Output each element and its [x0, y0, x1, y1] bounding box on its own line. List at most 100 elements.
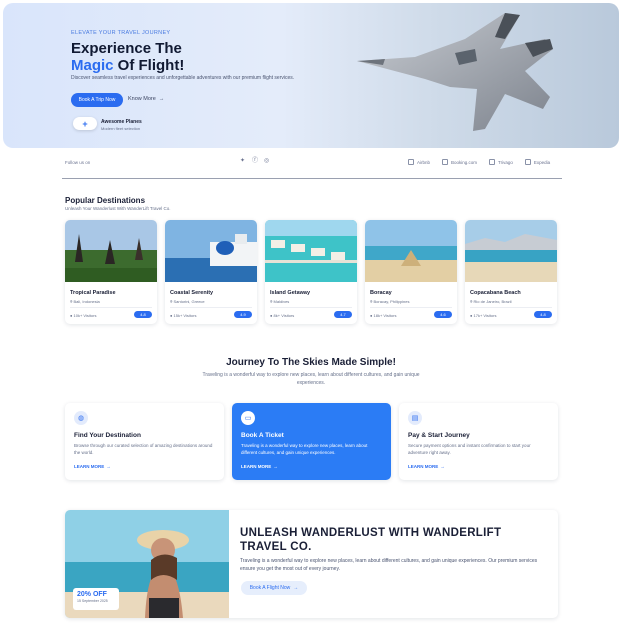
planes-title: Awesome Planes — [101, 119, 142, 125]
popular-subtitle: Unleash Your Wanderlust With WanderLift … — [65, 206, 171, 211]
destination-name: Island Getaway — [270, 290, 311, 296]
visitors-text: 8k+ Visitors — [273, 313, 295, 318]
journey-steps: ◍ Find Your Destination Browse through o… — [65, 403, 558, 480]
section-divider — [62, 178, 562, 179]
destination-card-maldives[interactable]: Island Getaway ⌾ Maldives ● 8k+ Visitors… — [265, 220, 357, 324]
step-find-destination[interactable]: ◍ Find Your Destination Browse through o… — [65, 403, 224, 480]
follow-label: Follow us on — [65, 160, 91, 165]
card-divider — [470, 307, 552, 308]
destination-card-copacabana[interactable]: Copacabana Beach ⌾ Rio de Janeiro, Brazi… — [465, 220, 557, 324]
maldives-image — [265, 220, 357, 282]
destination-name: Copacabana Beach — [470, 290, 521, 296]
cta-text: Traveling is a wonderful way to explore … — [240, 558, 538, 572]
destination-location: ⌾ Bali, Indonesia — [70, 299, 100, 304]
rating-badge: 4.9 — [234, 311, 252, 318]
location-text: Bali, Indonesia — [73, 299, 100, 304]
journey-subtitle: Traveling is a wonderful way to explore … — [202, 372, 420, 386]
card-divider — [370, 307, 452, 308]
learn-more-link[interactable]: LEARN MORE → — [408, 464, 445, 469]
step-pay-start[interactable]: ▤ Pay & Start Journey Secure payment opt… — [399, 403, 558, 480]
cta-section: 20% OFF 15 September 2025 UNLEASH WANDER… — [65, 510, 558, 618]
planes-subtitle: Modern fleet selection — [101, 126, 141, 131]
partner-trivago-label: Trivago — [498, 159, 513, 165]
payment-icon: ▤ — [408, 411, 422, 425]
partner-airbnb-label: Airbnb — [417, 159, 431, 165]
partner-expedia: Expedia — [524, 159, 551, 165]
copacabana-image — [465, 220, 557, 282]
visitors-text: 18k+ Visitors — [373, 313, 397, 318]
arrow-right-icon: → — [106, 464, 111, 469]
partner-trivago: Trivago — [489, 159, 513, 165]
destination-location: ⌾ Boracay, Philippines — [370, 299, 409, 304]
destination-name: Boracay — [370, 290, 392, 296]
step-title: Pay & Start Journey — [408, 432, 470, 439]
learn-more-label: LEARN MORE — [74, 464, 105, 469]
destination-card-santorini[interactable]: Coastal Serenity ⌾ Santorini, Greece ● 1… — [165, 220, 257, 324]
journey-title: Journey To The Skies Made Simple! — [226, 357, 396, 368]
book-trip-button[interactable]: Book A Trip Now — [71, 93, 123, 107]
learn-more-link[interactable]: LEARN MORE → — [74, 464, 111, 469]
rating-badge: 4.6 — [434, 311, 452, 318]
twitter-icon[interactable]: ✦ — [240, 158, 246, 164]
popular-title: Popular Destinations — [65, 196, 146, 205]
destination-name: Tropical Paradise — [70, 290, 116, 296]
instagram-icon[interactable]: ◎ — [264, 158, 270, 164]
hero-title: Experience The Magic Of Flight! — [71, 40, 184, 74]
location-text: Maldives — [273, 299, 290, 304]
rating-badge: 4.8 — [134, 311, 152, 318]
fighter-jet-image — [357, 13, 553, 131]
learn-more-label: LEARN MORE — [408, 464, 439, 469]
learn-more-label: LEARN MORE — [241, 464, 272, 469]
partner-expedia-label: Expedia — [533, 159, 551, 165]
promo-value: 20% OFF — [77, 591, 107, 598]
boracay-image — [365, 220, 457, 282]
visitors-text: 15k+ Visitors — [173, 313, 197, 318]
card-divider — [170, 307, 252, 308]
location-text: Santorini, Greece — [173, 299, 205, 304]
book-flight-label: Book A Flight Now — [249, 585, 291, 591]
bali-image — [65, 220, 157, 282]
step-text: Secure payment options and instant confi… — [408, 443, 531, 455]
card-divider — [70, 307, 152, 308]
arrow-right-icon: → — [440, 464, 445, 469]
step-title: Book A Ticket — [241, 432, 284, 439]
arrow-right-icon: → — [273, 464, 278, 469]
add-plane-button[interactable]: + — [73, 117, 97, 130]
expedia-icon — [524, 159, 531, 165]
hero-title-highlight: Magic — [71, 57, 114, 74]
destination-name: Coastal Serenity — [170, 290, 214, 296]
hero-banner: ELEVATE YOUR TRAVEL JOURNEY Experience T… — [3, 3, 619, 148]
destination-card-boracay[interactable]: Boracay ⌾ Boracay, Philippines ● 18k+ Vi… — [365, 220, 457, 324]
visitors-text: 10k+ Visitors — [73, 313, 97, 318]
destination-visitors: ● 10k+ Visitors — [70, 313, 96, 318]
cta-title: UNLEASH WANDERLUST WITH WANDERLIFT TRAVE… — [240, 527, 502, 553]
promo-badge: 20% OFF 15 September 2025 — [73, 588, 119, 610]
destination-cards: Tropical Paradise ⌾ Bali, Indonesia ● 10… — [65, 220, 557, 324]
santorini-image — [165, 220, 257, 282]
plus-icon: + — [82, 118, 88, 129]
destination-location: ⌾ Santorini, Greece — [170, 299, 205, 304]
know-more-label: Know More — [128, 96, 156, 102]
know-more-link[interactable]: Know More → — [128, 96, 164, 102]
page: ELEVATE YOUR TRAVEL JOURNEY Experience T… — [0, 0, 622, 628]
facebook-icon[interactable]: ⓕ — [252, 158, 258, 164]
partner-booking-label: Booking.com — [451, 159, 478, 165]
social-icons: ✦ ⓕ ◎ — [240, 158, 270, 164]
partner-booking: Booking.com — [442, 159, 477, 165]
book-flight-button[interactable]: Book A Flight Now → — [241, 581, 307, 595]
learn-more-link[interactable]: LEARN MORE → — [241, 464, 278, 469]
airbnb-icon — [408, 159, 414, 165]
social-partner-bar: Follow us on ✦ ⓕ ◎ Airbnb Booking.com Tr… — [62, 156, 562, 170]
partner-airbnb: Airbnb — [408, 159, 430, 165]
trivago-icon — [489, 159, 496, 165]
step-book-ticket[interactable]: ▭ Book A Ticket Traveling is a wonderful… — [232, 403, 391, 480]
hero-subtitle: Discover seamless travel experiences and… — [71, 75, 295, 81]
partner-logos: Airbnb Booking.com Trivago Expedia — [408, 159, 550, 165]
location-text: Boracay, Philippines — [373, 299, 410, 304]
destination-card-bali[interactable]: Tropical Paradise ⌾ Bali, Indonesia ● 10… — [65, 220, 157, 324]
hero-title-line1: Experience The — [71, 40, 182, 57]
arrow-right-icon: → — [293, 585, 299, 591]
rating-badge: 4.7 — [334, 311, 352, 318]
destination-visitors: ● 15k+ Visitors — [170, 313, 196, 318]
step-text: Browse through our curated selection of … — [74, 443, 213, 455]
